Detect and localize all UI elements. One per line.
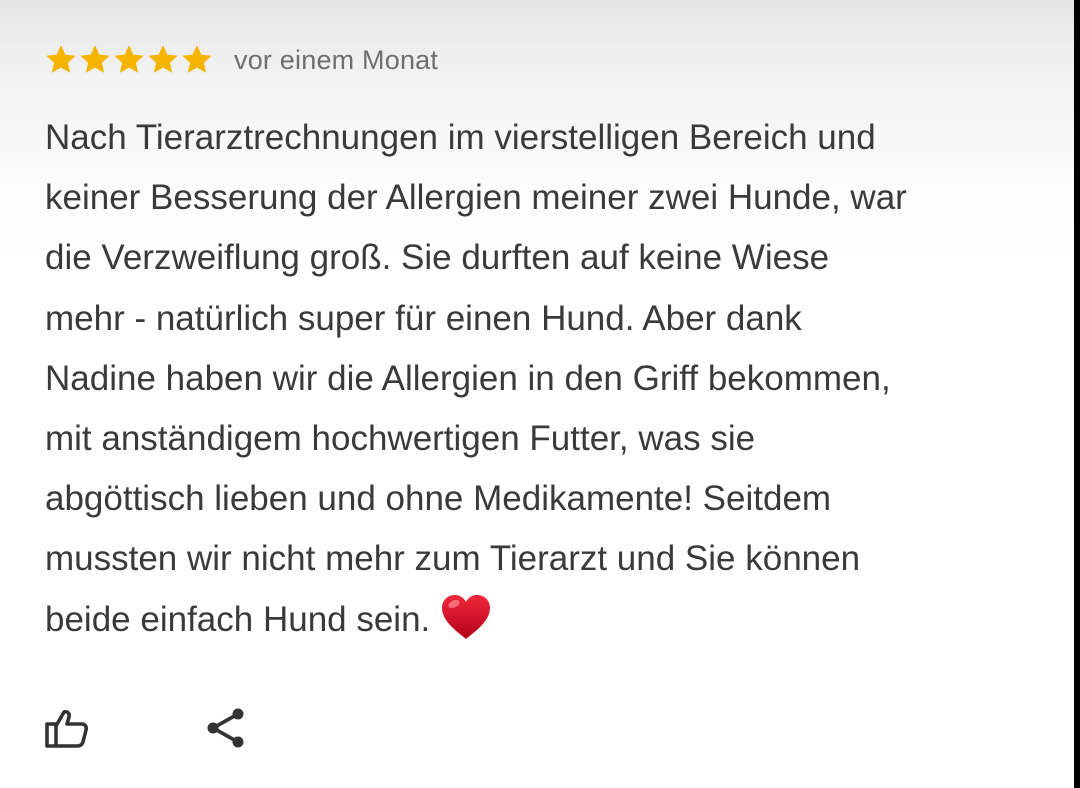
review-text-line: mussten wir nicht mehr zum Tierarzt und … [45,539,861,579]
star-icon [180,43,214,77]
review-text: Nach Tierarztrechnungen im vierstelligen… [45,108,1045,650]
review-actions [44,700,254,756]
share-icon [207,708,244,748]
review-text-line: keiner Besserung der Allergien meiner zw… [45,178,907,218]
review-card: vor einem Monat Nach Tierarztrechnungen … [0,0,1074,788]
star-icon [112,43,146,77]
like-button[interactable] [38,700,94,756]
share-button[interactable] [198,700,254,756]
star-icon [44,43,78,77]
review-text-line: Nach Tierarztrechnungen im vierstelligen… [45,118,876,157]
red-heart-icon [440,593,492,641]
review-text-line: abgöttisch lieben und ohne Medikamente! … [45,479,832,519]
review-date: vor einem Monat [234,44,439,75]
review-text-line: mehr - natürlich super für einen Hund. A… [45,298,802,338]
review-text-line: beide einfach Hund sein. [45,599,431,639]
thumbs-up-icon [45,709,89,748]
review-text-line: Nadine haben wir die Allergien in den Gr… [45,358,891,398]
review-header: vor einem Monat [44,40,438,80]
review-text-last-line: beide einfach Hund sein. [45,590,1045,650]
star-icon [78,43,112,77]
star-icon [146,43,180,77]
review-text-line: mit anständigem hochwertigen Futter, was… [45,419,756,459]
star-rating [44,43,214,77]
review-text-line: die Verzweiflung groß. Sie durften auf k… [45,238,830,278]
